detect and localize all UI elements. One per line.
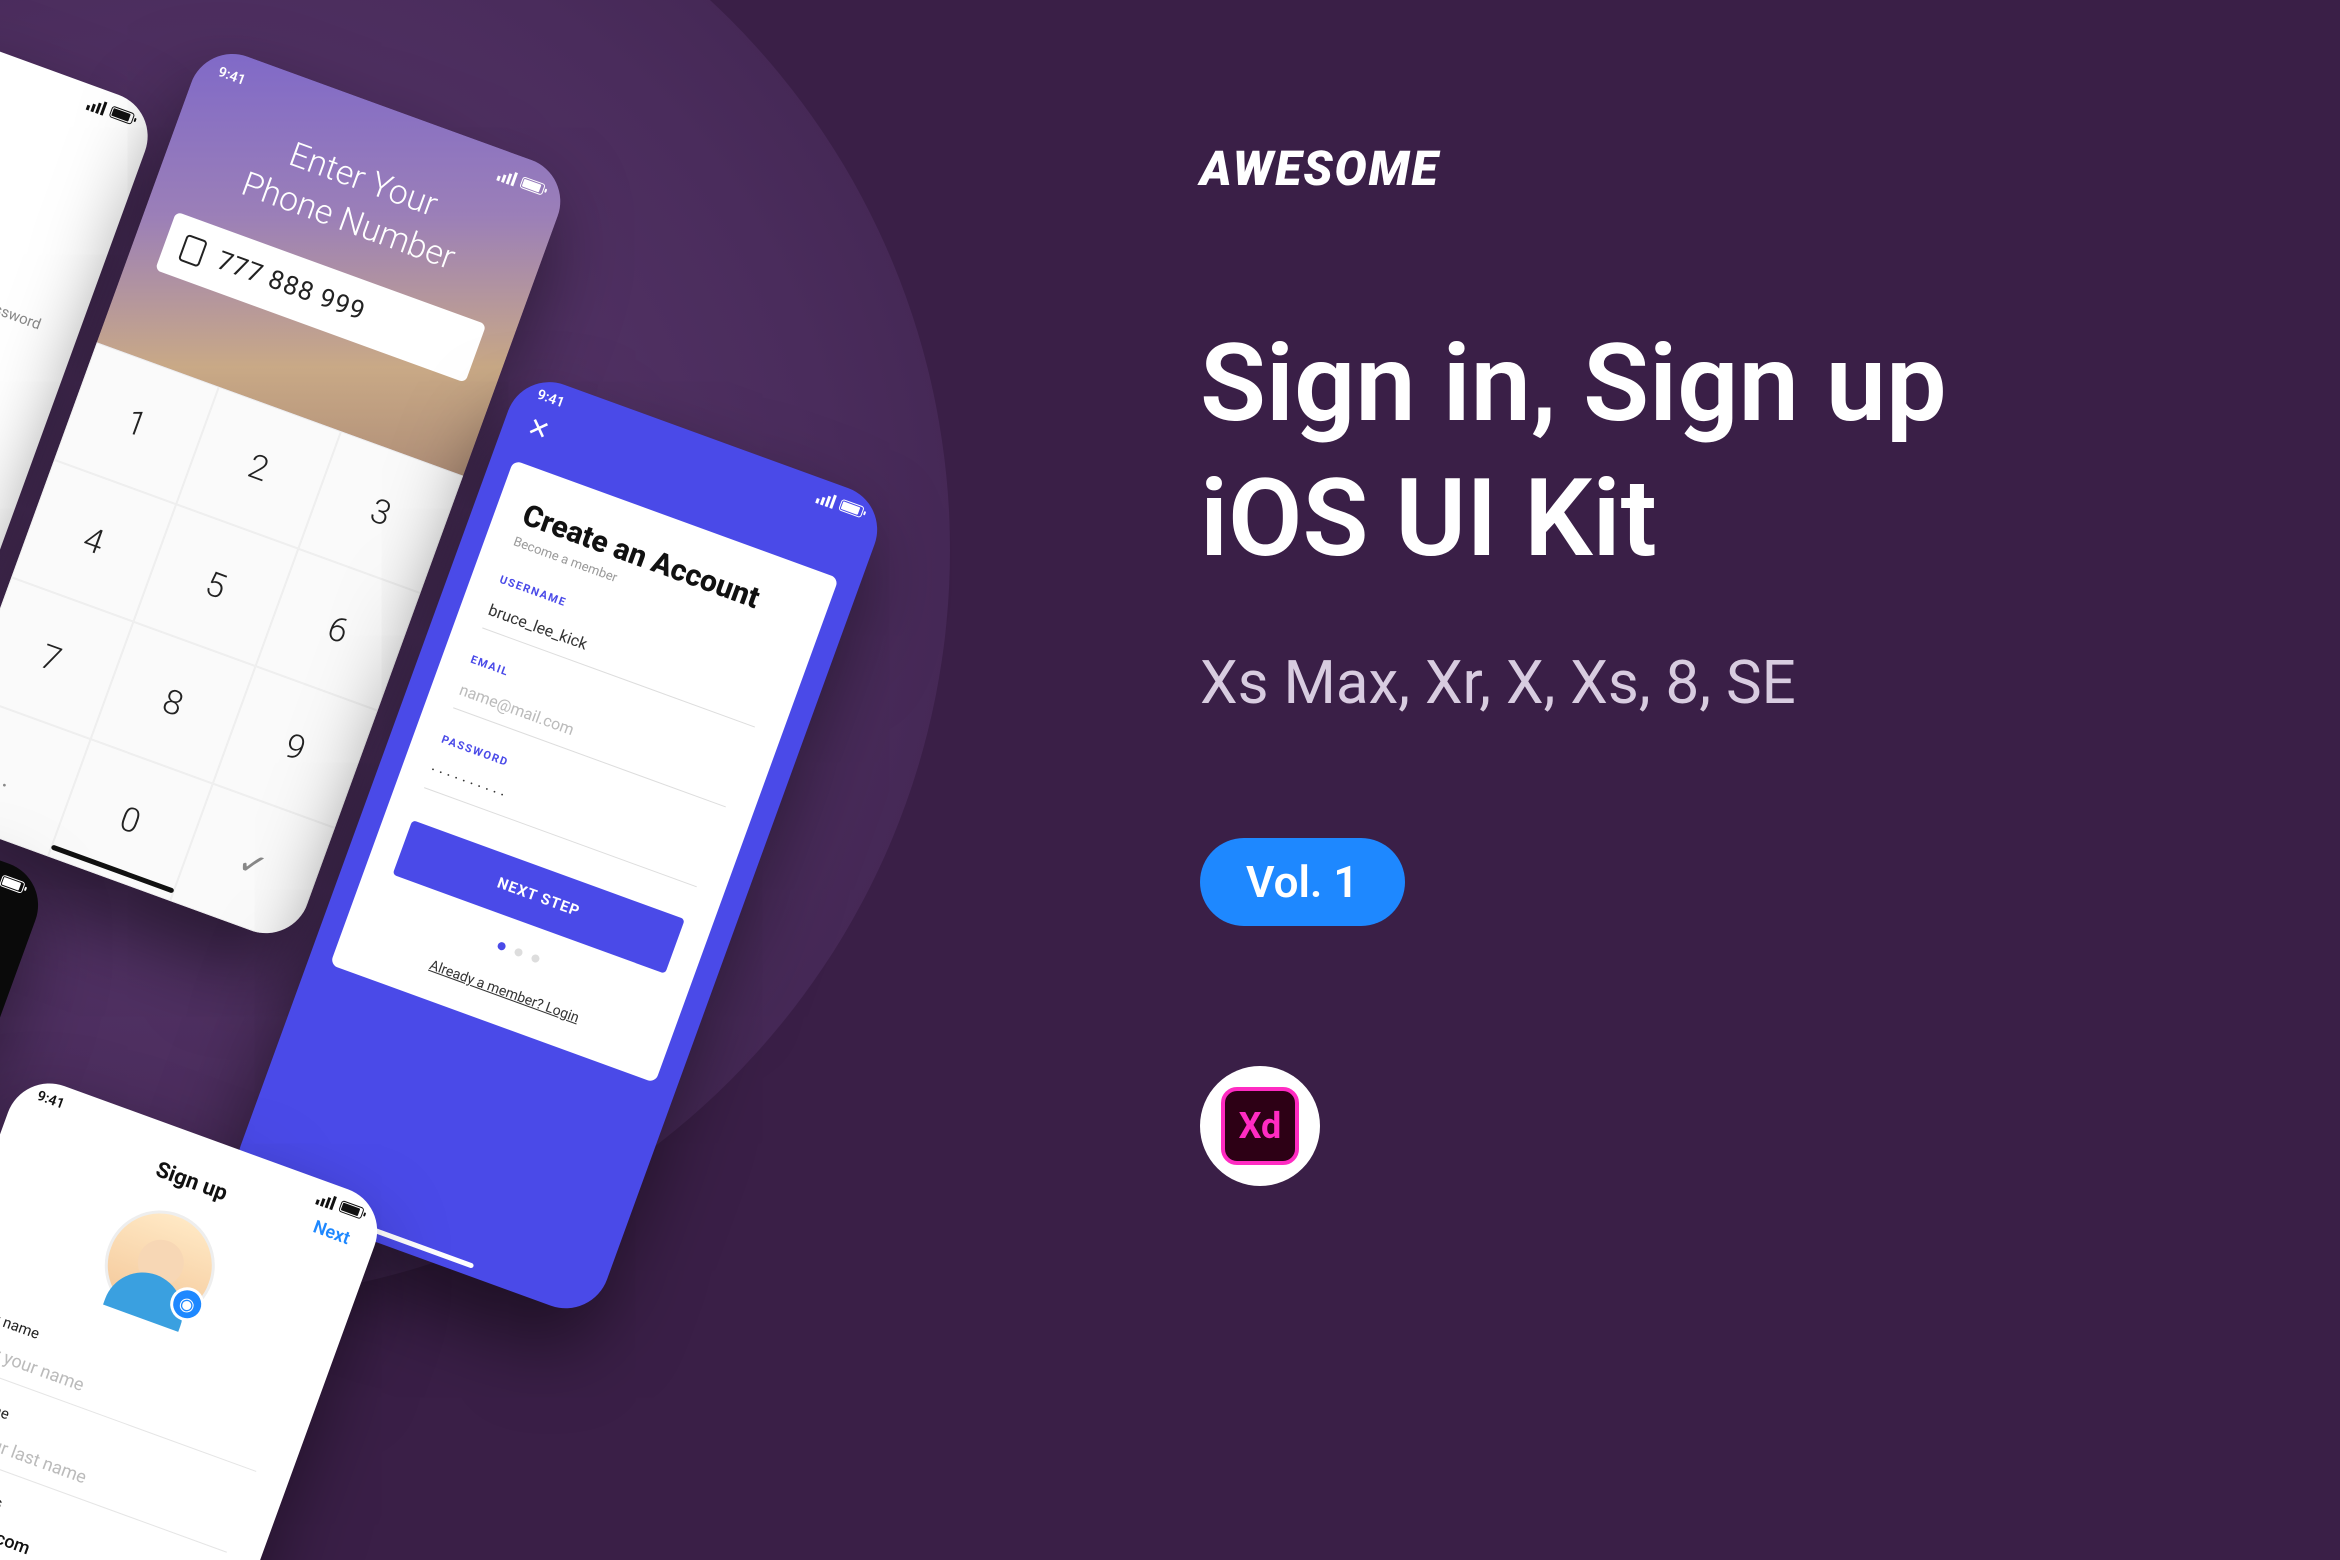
xd-icon: Xd — [1221, 1087, 1299, 1165]
status-time: 9:41 — [216, 64, 248, 89]
email-input[interactable]: rt@mail.com — [0, 332, 6, 478]
next-button[interactable]: Next — [310, 1217, 352, 1250]
volume-badge: Vol. 1 — [1200, 838, 1405, 926]
product-title: Sign in, Sign up iOS UI Kit — [1200, 317, 1947, 587]
brand-wordmark: AWESOME — [1200, 140, 1947, 197]
login-link[interactable]: Already a member? Login — [365, 935, 643, 1049]
adobe-xd-badge: Xd — [1200, 1066, 1320, 1186]
device-list: Xs Max, Xr, X, Xs, 8, SE — [1200, 647, 1947, 718]
title-line1: Sign in, Sign up — [1200, 317, 1947, 452]
sim-icon — [178, 234, 208, 268]
title-line2: iOS UI Kit — [1200, 452, 1947, 587]
phone-value: 777 888 999 — [213, 246, 369, 327]
